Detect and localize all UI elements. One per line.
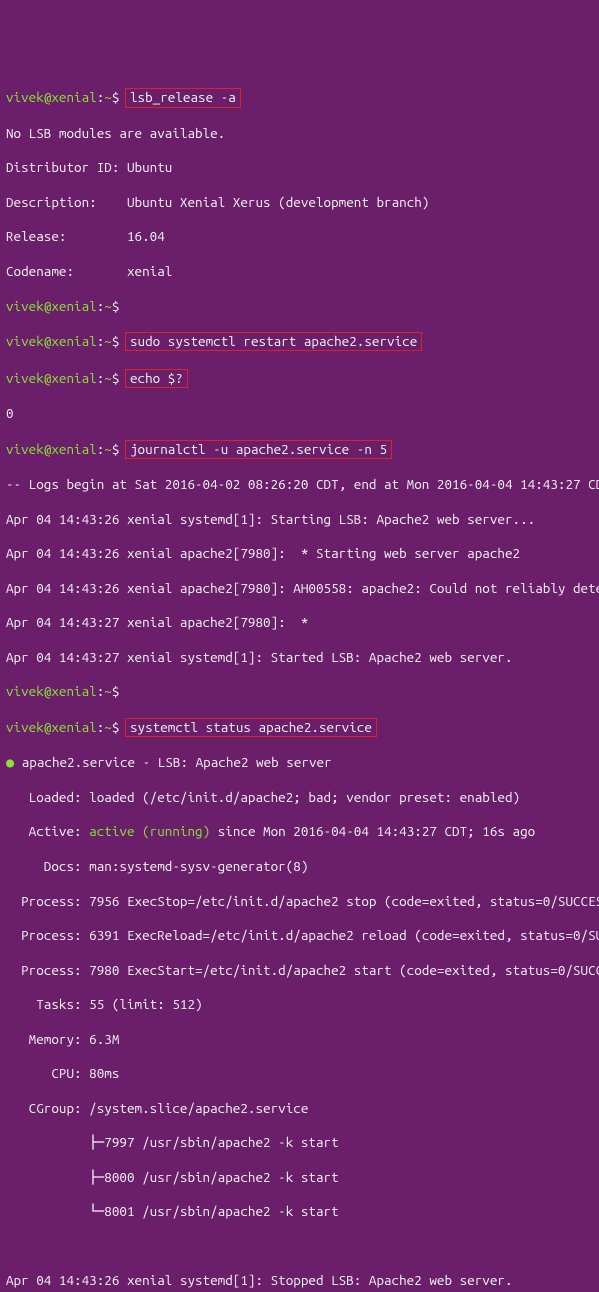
highlight-box: journalctl -u apache2.service -n 5	[125, 440, 392, 459]
cmd-systemctl-restart: sudo systemctl restart apache2.service	[130, 333, 417, 349]
highlight-box: lsb_release -a	[125, 88, 241, 107]
active-state: active (running)	[89, 823, 210, 839]
cmd-lsb-release: lsb_release -a	[130, 89, 236, 105]
journal-output: Apr 04 14:43:27 xenial apache2[7980]: *	[6, 614, 593, 631]
prompt-line-3: vivek@xenial:~$ echo $?	[6, 369, 593, 388]
status-process: Process: 7956 ExecStop=/etc/init.d/apach…	[6, 893, 593, 910]
status-process: Process: 7980 ExecStart=/etc/init.d/apac…	[6, 962, 593, 979]
prompt-user: vivek@xenial	[6, 89, 97, 105]
echo-output: 0	[6, 405, 593, 422]
blank-line	[6, 1238, 593, 1255]
status-memory: Memory: 6.3M	[6, 1031, 593, 1048]
journal-output: Apr 04 14:43:26 xenial apache2[7980]: AH…	[6, 580, 593, 597]
cmd-systemctl-status: systemctl status apache2.service	[130, 719, 372, 735]
lsb-output: Release: 16.04	[6, 228, 593, 245]
lsb-output: Description: Ubuntu Xenial Xerus (develo…	[6, 194, 593, 211]
status-tasks: Tasks: 55 (limit: 512)	[6, 996, 593, 1013]
prompt-line-1: vivek@xenial:~$ lsb_release -a	[6, 88, 593, 107]
lsb-output: Distributor ID: Ubuntu	[6, 159, 593, 176]
status-cgroup-item: └─8001 /usr/sbin/apache2 -k start	[6, 1203, 593, 1220]
lsb-output: Codename: xenial	[6, 263, 593, 280]
highlight-box: systemctl status apache2.service	[125, 718, 377, 737]
prompt-line-5: vivek@xenial:~$ systemctl status apache2…	[6, 718, 593, 737]
status-dot-icon: ●	[6, 754, 14, 770]
status-cgroup: CGroup: /system.slice/apache2.service	[6, 1100, 593, 1117]
status-log: Apr 04 14:43:26 xenial systemd[1]: Stopp…	[6, 1272, 593, 1289]
cmd-journalctl: journalctl -u apache2.service -n 5	[130, 441, 387, 457]
status-process: Process: 6391 ExecReload=/etc/init.d/apa…	[6, 927, 593, 944]
cmd-echo: echo $?	[130, 370, 183, 386]
status-docs: Docs: man:systemd-sysv-generator(8)	[6, 858, 593, 875]
status-active: Active: active (running) since Mon 2016-…	[6, 823, 593, 840]
journal-output: -- Logs begin at Sat 2016-04-02 08:26:20…	[6, 476, 593, 493]
prompt-line-empty: vivek@xenial:~$	[6, 298, 593, 315]
prompt-path: ~	[104, 89, 112, 105]
prompt-line-4: vivek@xenial:~$ journalctl -u apache2.se…	[6, 440, 593, 459]
status-cpu: CPU: 80ms	[6, 1065, 593, 1082]
highlight-box: sudo systemctl restart apache2.service	[125, 332, 422, 351]
status-cgroup-item: ├─8000 /usr/sbin/apache2 -k start	[6, 1169, 593, 1186]
prompt-line-2: vivek@xenial:~$ sudo systemctl restart a…	[6, 332, 593, 351]
journal-output: Apr 04 14:43:26 xenial apache2[7980]: * …	[6, 545, 593, 562]
terminal[interactable]: vivek@xenial:~$ lsb_release -a No LSB mo…	[6, 71, 593, 1292]
status-cgroup-item: ├─7997 /usr/sbin/apache2 -k start	[6, 1134, 593, 1151]
status-loaded: Loaded: loaded (/etc/init.d/apache2; bad…	[6, 789, 593, 806]
journal-output: Apr 04 14:43:26 xenial systemd[1]: Start…	[6, 511, 593, 528]
prompt-line-empty: vivek@xenial:~$	[6, 683, 593, 700]
journal-output: Apr 04 14:43:27 xenial systemd[1]: Start…	[6, 649, 593, 666]
lsb-output: No LSB modules are available.	[6, 125, 593, 142]
prompt-dollar: $	[112, 89, 120, 105]
highlight-box: echo $?	[125, 369, 188, 388]
status-header: ● apache2.service - LSB: Apache2 web ser…	[6, 754, 593, 771]
